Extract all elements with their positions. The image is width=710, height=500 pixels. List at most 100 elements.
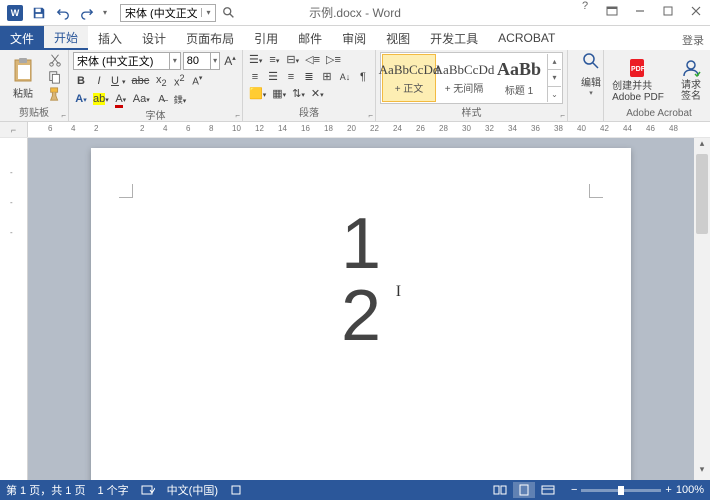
borders-button[interactable]: ▦▾: [270, 86, 288, 101]
style-down-button[interactable]: ▾: [548, 70, 561, 86]
numbering-button[interactable]: ≡▾: [266, 53, 282, 67]
decrease-indent-button[interactable]: ◁≡: [303, 52, 322, 67]
login-link[interactable]: 登录: [682, 32, 704, 48]
font-family-input[interactable]: [74, 53, 169, 69]
align-left-button[interactable]: ≡: [247, 70, 263, 84]
change-case-button[interactable]: Aa▾: [131, 92, 152, 106]
fraction-denominator[interactable]: 2: [341, 280, 381, 352]
save-button[interactable]: [28, 2, 50, 24]
qat-font-dropdown[interactable]: ▾: [201, 8, 215, 17]
scroll-thumb[interactable]: [696, 154, 708, 234]
zoom-level[interactable]: 100%: [676, 484, 704, 496]
print-layout-button[interactable]: [513, 482, 535, 498]
ruler-h-track[interactable]: 6422468101214161820222426283032343638404…: [28, 122, 710, 137]
phonetic-button[interactable]: 鏷▾: [172, 92, 189, 107]
zoom-slider-thumb[interactable]: [618, 486, 624, 495]
ruler-corner[interactable]: ⌐: [0, 122, 28, 137]
page-indicator[interactable]: 第 1 页，共 1 页: [6, 482, 85, 498]
font-family-combo[interactable]: ▾: [73, 52, 181, 70]
cut-button[interactable]: [46, 52, 64, 68]
style-up-button[interactable]: ▴: [548, 54, 561, 70]
format-painter-button[interactable]: [46, 86, 64, 102]
macro-icon[interactable]: [230, 484, 242, 496]
clipboard-launcher[interactable]: ⌐: [61, 111, 66, 120]
web-layout-button[interactable]: [537, 482, 559, 498]
close-button[interactable]: [682, 0, 710, 22]
zoom-out-button[interactable]: −: [571, 484, 577, 496]
increase-indent-button[interactable]: ▷≡: [324, 52, 343, 67]
style-nospacing[interactable]: AaBbCcDd + 无间隔: [437, 54, 491, 102]
multilevel-button[interactable]: ⊟▾: [284, 52, 301, 67]
tab-file[interactable]: 文件: [0, 26, 44, 50]
request-signature-button[interactable]: 请求 签名: [672, 52, 710, 108]
bold-button[interactable]: B: [73, 74, 89, 88]
clear-formatting-button[interactable]: A̶: [154, 93, 170, 106]
font-family-dropdown[interactable]: ▾: [169, 53, 180, 69]
align-center-button[interactable]: ☰: [265, 69, 281, 84]
superscript-button[interactable]: x2: [171, 72, 187, 90]
document-canvas[interactable]: 1 2 I: [28, 138, 694, 480]
paragraph-launcher[interactable]: ⌐: [368, 111, 373, 120]
highlight-button[interactable]: ab▾: [91, 92, 111, 106]
undo-button[interactable]: [52, 2, 74, 24]
underline-button[interactable]: U ▾: [109, 74, 128, 88]
qat-font-selector[interactable]: ▾: [120, 4, 216, 22]
tab-mail[interactable]: 邮件: [288, 26, 332, 50]
italic-button[interactable]: I: [91, 74, 107, 88]
scroll-up-button[interactable]: ▴: [694, 138, 710, 154]
line-spacing-button[interactable]: ⇅▾: [290, 86, 307, 101]
sort-button[interactable]: A↓: [337, 71, 353, 83]
show-marks-button[interactable]: ¶: [355, 70, 371, 84]
shrink-font-button[interactable]: A▾: [189, 73, 205, 88]
scroll-track[interactable]: [694, 154, 710, 464]
tab-acrobat[interactable]: ACROBAT: [488, 26, 565, 50]
style-expand-button[interactable]: ⌄: [548, 87, 561, 102]
justify-button[interactable]: ≣: [301, 69, 317, 84]
bullets-button[interactable]: ☰▾: [247, 52, 264, 67]
font-size-combo[interactable]: ▾: [183, 52, 220, 70]
word-count[interactable]: 1 个字: [97, 482, 128, 498]
search-icon[interactable]: [218, 2, 240, 24]
fraction-numerator[interactable]: 1: [341, 208, 381, 280]
styles-launcher[interactable]: ⌐: [560, 111, 565, 120]
create-pdf-button[interactable]: PDF 创建并共 Adobe PDF: [608, 52, 668, 108]
shading-button[interactable]: 🟨▾: [247, 86, 268, 101]
minimize-button[interactable]: [626, 0, 654, 22]
font-launcher[interactable]: ⌐: [235, 111, 240, 120]
spell-check-icon[interactable]: [141, 484, 155, 496]
tab-insert[interactable]: 插入: [88, 26, 132, 50]
align-right-button[interactable]: ≡: [283, 70, 299, 84]
tab-view[interactable]: 视图: [376, 26, 420, 50]
fraction-content[interactable]: 1 2 I: [341, 208, 381, 352]
ribbon-display-icon[interactable]: [598, 0, 626, 22]
grow-font-button[interactable]: A▴: [222, 53, 238, 69]
vertical-scrollbar[interactable]: ▴ ▾: [694, 138, 710, 480]
app-icon[interactable]: W: [4, 2, 26, 24]
font-size-input[interactable]: [184, 53, 211, 69]
style-heading1[interactable]: AaBb 标题 1: [492, 54, 546, 102]
strikethrough-button[interactable]: abc: [130, 74, 152, 88]
qat-customize[interactable]: ▾: [100, 2, 110, 24]
scroll-down-button[interactable]: ▾: [694, 464, 710, 480]
tab-layout[interactable]: 页面布局: [176, 26, 244, 50]
font-color-button[interactable]: A▾: [113, 92, 129, 106]
tab-design[interactable]: 设计: [132, 26, 176, 50]
ruler-vertical[interactable]: - - -: [0, 138, 28, 480]
page[interactable]: 1 2 I: [91, 148, 631, 480]
qat-font-input[interactable]: [121, 7, 201, 19]
subscript-button[interactable]: x2: [153, 73, 169, 89]
maximize-button[interactable]: [654, 0, 682, 22]
tab-references[interactable]: 引用: [244, 26, 288, 50]
tab-home[interactable]: 开始: [44, 26, 88, 50]
paste-button[interactable]: 粘贴: [4, 52, 42, 104]
redo-button[interactable]: [76, 2, 98, 24]
read-mode-button[interactable]: [489, 482, 511, 498]
help-button[interactable]: ?: [572, 0, 598, 22]
text-effects-button[interactable]: A▾: [73, 92, 89, 106]
language-indicator[interactable]: 中文(中国): [167, 482, 218, 498]
zoom-in-button[interactable]: +: [665, 484, 671, 496]
font-size-dropdown[interactable]: ▾: [210, 53, 219, 69]
style-normal[interactable]: AaBbCcDd + 正文: [382, 54, 436, 102]
tab-review[interactable]: 审阅: [332, 26, 376, 50]
tab-developer[interactable]: 开发工具: [420, 26, 488, 50]
